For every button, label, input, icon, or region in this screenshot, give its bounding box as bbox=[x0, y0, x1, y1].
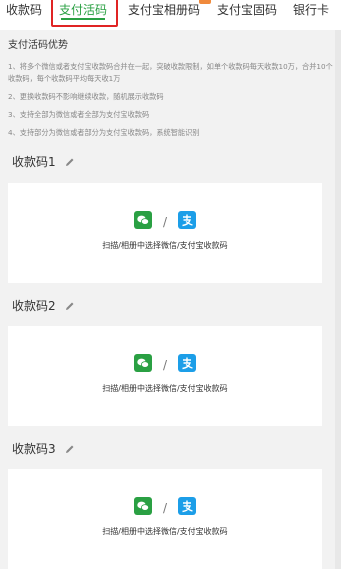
intro-line: 4、支持部分为微信或者部分为支付宝收款码，系统智能识别 bbox=[8, 128, 200, 137]
intro-line: 2、更换收款码不影响继续收款，随机展示收款码 bbox=[8, 92, 164, 101]
upload-card-1[interactable]: / 扫描/相册中选择微信/支付宝收款码 bbox=[8, 183, 322, 283]
payment-icons: / bbox=[8, 211, 322, 229]
tab-bar: 收款码 支付活码 支付宝相册码 支付宝固码 银行卡 bbox=[0, 0, 341, 30]
tab-bank-card[interactable]: 银行卡 bbox=[293, 0, 341, 30]
tab-alipay-album-code[interactable]: 支付宝相册码 bbox=[128, 0, 200, 30]
alipay-icon bbox=[178, 354, 197, 376]
pencil-icon[interactable] bbox=[65, 300, 75, 314]
alipay-icon bbox=[178, 211, 197, 233]
code-title-2: 收款码2 bbox=[12, 297, 75, 314]
code-title-3: 收款码3 bbox=[12, 440, 75, 457]
payment-icons: / bbox=[8, 354, 322, 372]
upload-card-3[interactable]: / 扫描/相册中选择微信/支付宝收款码 bbox=[8, 469, 322, 569]
alipay-icon bbox=[178, 497, 197, 519]
tab-alipay-fixed-code[interactable]: 支付宝固码 bbox=[217, 0, 277, 30]
upload-hint: 扫描/相册中选择微信/支付宝收款码 bbox=[102, 384, 228, 393]
pencil-icon[interactable] bbox=[65, 156, 75, 170]
intro-section: 支付活码优势 1、将多个微信或者支付宝收款码合并在一起，突破收款限制，如单个收款… bbox=[8, 36, 338, 145]
intro-line: 1、将多个微信或者支付宝收款码合并在一起，突破收款限制，如单个收款码每天收款10… bbox=[8, 62, 333, 83]
wechat-icon bbox=[133, 211, 152, 233]
code-title-1: 收款码1 bbox=[12, 153, 75, 170]
scrollbar[interactable] bbox=[335, 30, 341, 569]
highlight-box bbox=[51, 0, 118, 27]
upload-hint: 扫描/相册中选择微信/支付宝收款码 bbox=[102, 241, 228, 250]
tab-collection-code[interactable]: 收款码 bbox=[6, 0, 42, 30]
payment-icons: / bbox=[8, 497, 322, 515]
new-badge bbox=[199, 0, 211, 4]
wechat-icon bbox=[133, 354, 152, 376]
intro-line: 3、支持全部为微信或者全部为支付宝收款码 bbox=[8, 110, 150, 119]
upload-hint: 扫描/相册中选择微信/支付宝收款码 bbox=[102, 527, 228, 536]
pencil-icon[interactable] bbox=[65, 443, 75, 457]
wechat-icon bbox=[133, 497, 152, 519]
upload-card-2[interactable]: / 扫描/相册中选择微信/支付宝收款码 bbox=[8, 326, 322, 426]
intro-title: 支付活码优势 bbox=[8, 40, 68, 51]
